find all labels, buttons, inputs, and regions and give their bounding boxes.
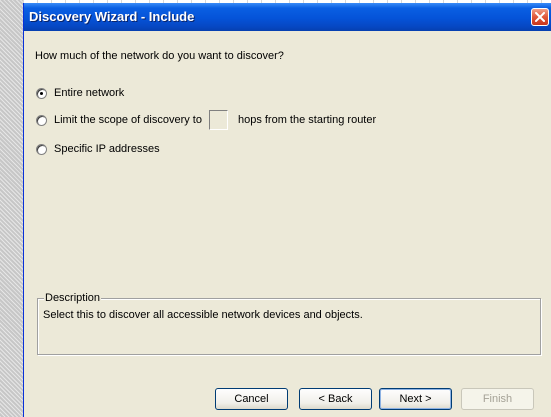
- radio-limit-scope[interactable]: Limit the scope of discovery to hops fro…: [36, 110, 376, 130]
- close-button[interactable]: [531, 8, 549, 26]
- close-icon: [535, 12, 545, 22]
- radio-label-entire-network: Entire network: [54, 87, 125, 99]
- wizard-dialog: Discovery Wizard - Include How much of t…: [23, 3, 551, 417]
- desktop-background: [0, 0, 23, 417]
- finish-button[interactable]: Finish: [461, 388, 534, 410]
- hops-input[interactable]: [208, 110, 228, 130]
- question-label: How much of the network do you want to d…: [35, 50, 284, 62]
- wizard-content: How much of the network do you want to d…: [24, 31, 551, 417]
- radio-button-checked[interactable]: [36, 87, 47, 99]
- next-button[interactable]: Next >: [379, 388, 452, 410]
- cancel-button[interactable]: Cancel: [215, 388, 288, 410]
- radio-label-limit-scope: Limit the scope of discovery to: [54, 114, 202, 126]
- window-title: Discovery Wizard - Include: [29, 9, 195, 24]
- radio-label-specific-ip: Specific IP addresses: [54, 143, 160, 155]
- description-legend: Description: [44, 292, 102, 304]
- radio-entire-network[interactable]: Entire network: [36, 87, 124, 99]
- title-bar[interactable]: Discovery Wizard - Include: [24, 3, 551, 31]
- radio-button-unchecked[interactable]: [36, 143, 47, 155]
- back-button[interactable]: < Back: [299, 388, 372, 410]
- radio-specific-ip[interactable]: Specific IP addresses: [36, 143, 160, 155]
- description-text: Select this to discover all accessible n…: [43, 309, 363, 321]
- description-group: Description Select this to discover all …: [37, 292, 541, 355]
- radio-button-unchecked[interactable]: [36, 114, 47, 126]
- hops-suffix-label: hops from the starting router: [237, 114, 377, 126]
